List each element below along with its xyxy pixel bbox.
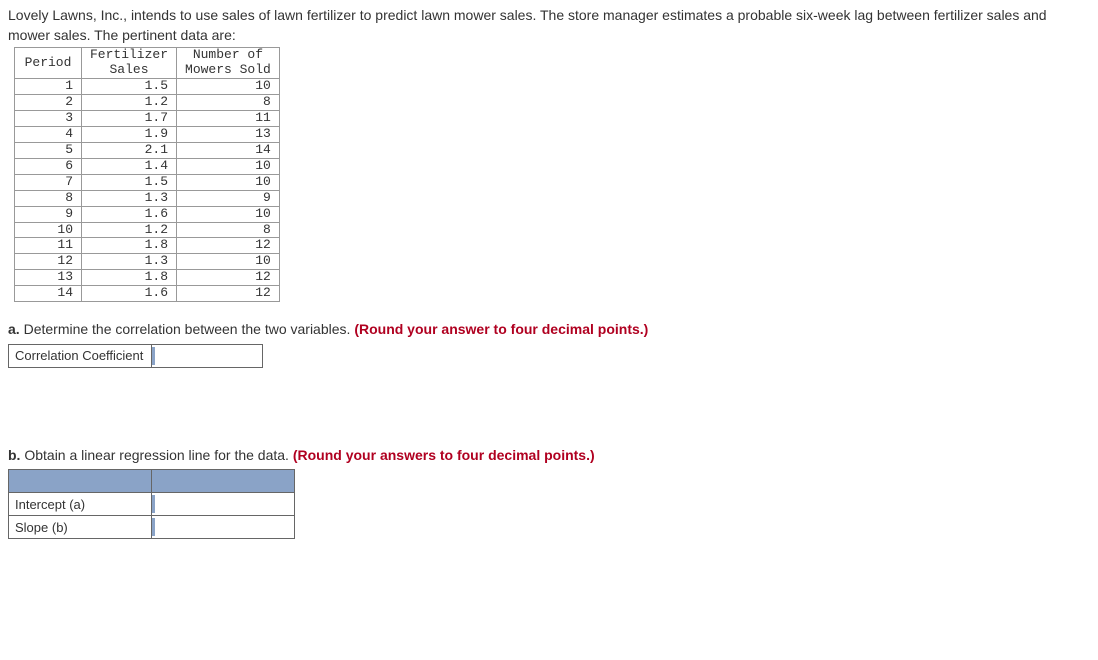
cell-mowers: 12 [177,238,280,254]
table-row: 31.711 [15,110,280,126]
cell-mowers: 12 [177,270,280,286]
question-a: a. Determine the correlation between the… [8,320,1090,340]
intercept-label: Intercept (a) [9,493,152,516]
table-row: 121.310 [15,254,280,270]
cell-mowers: 12 [177,286,280,302]
cell-mowers: 14 [177,142,280,158]
table-row: 52.114 [15,142,280,158]
cell-fertilizer: 1.5 [82,79,177,95]
cell-period: 11 [15,238,82,254]
cell-period: 1 [15,79,82,95]
qa-text: Determine the correlation between the tw… [24,321,355,337]
table-row: 11.510 [15,79,280,95]
cell-mowers: 9 [177,190,280,206]
cell-period: 7 [15,174,82,190]
table-row: 71.510 [15,174,280,190]
table-row: 111.812 [15,238,280,254]
problem-intro: Lovely Lawns, Inc., intends to use sales… [8,6,1090,45]
correlation-label: Correlation Coefficient [9,344,152,367]
table-row: 81.39 [15,190,280,206]
cell-mowers: 10 [177,206,280,222]
col-mowers-header: Number of Mowers Sold [177,48,280,79]
table-row: 141.612 [15,286,280,302]
cell-fertilizer: 2.1 [82,142,177,158]
qb-prefix: b. [8,447,24,463]
cell-period: 14 [15,286,82,302]
correlation-input[interactable] [152,347,262,365]
cell-fertilizer: 1.8 [82,238,177,254]
answer-table-a: Correlation Coefficient [8,344,263,368]
cell-fertilizer: 1.2 [82,95,177,111]
cell-fertilizer: 1.6 [82,206,177,222]
cell-mowers: 10 [177,158,280,174]
cell-mowers: 10 [177,254,280,270]
cell-period: 2 [15,95,82,111]
cell-period: 6 [15,158,82,174]
qa-prefix: a. [8,321,24,337]
cell-fertilizer: 1.3 [82,254,177,270]
answer-table-b: Intercept (a) Slope (b) [8,469,295,539]
cell-fertilizer: 1.9 [82,126,177,142]
cell-fertilizer: 1.4 [82,158,177,174]
cell-mowers: 11 [177,110,280,126]
table-row: 131.812 [15,270,280,286]
cell-fertilizer: 1.3 [82,190,177,206]
col-period-header: Period [15,48,82,79]
blank-header-left [9,470,152,493]
cell-period: 4 [15,126,82,142]
cell-period: 8 [15,190,82,206]
cell-fertilizer: 1.7 [82,110,177,126]
cell-mowers: 8 [177,95,280,111]
qa-hint: (Round your answer to four decimal point… [354,321,648,337]
cell-mowers: 10 [177,174,280,190]
cell-period: 5 [15,142,82,158]
cell-mowers: 8 [177,222,280,238]
table-row: 101.28 [15,222,280,238]
table-row: 21.28 [15,95,280,111]
col-fertilizer-header: Fertilizer Sales [82,48,177,79]
slope-input[interactable] [152,518,262,536]
blank-header-right [152,470,295,493]
table-row: 41.913 [15,126,280,142]
table-row: 61.410 [15,158,280,174]
cell-mowers: 13 [177,126,280,142]
cell-period: 13 [15,270,82,286]
data-table: Period Fertilizer Sales Number of Mowers… [14,47,280,302]
cell-period: 10 [15,222,82,238]
slope-label: Slope (b) [9,516,152,539]
cell-mowers: 10 [177,79,280,95]
cell-period: 3 [15,110,82,126]
table-row: 91.610 [15,206,280,222]
cell-fertilizer: 1.6 [82,286,177,302]
cell-period: 9 [15,206,82,222]
qb-hint: (Round your answers to four decimal poin… [293,447,595,463]
cell-fertilizer: 1.5 [82,174,177,190]
intercept-input[interactable] [152,495,262,513]
cell-fertilizer: 1.8 [82,270,177,286]
question-b: b. Obtain a linear regression line for t… [8,446,1090,466]
qb-text: Obtain a linear regression line for the … [24,447,293,463]
cell-fertilizer: 1.2 [82,222,177,238]
cell-period: 12 [15,254,82,270]
